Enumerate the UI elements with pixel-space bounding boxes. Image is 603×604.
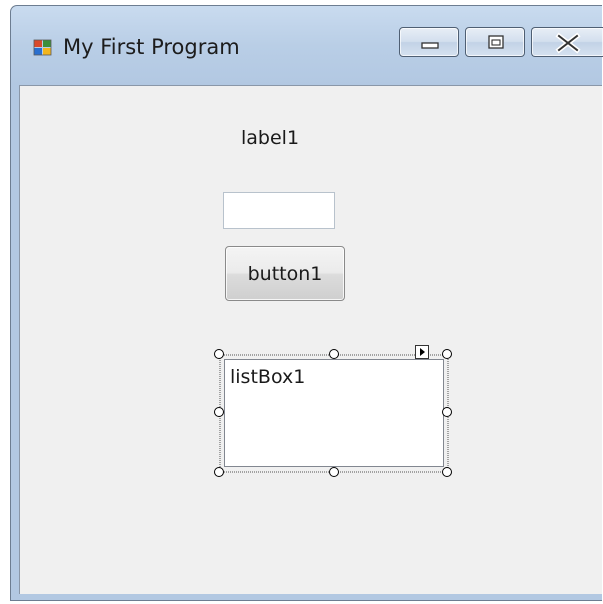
resize-handle-bottom-right[interactable]: [442, 467, 452, 477]
resize-handle-bottom-middle[interactable]: [329, 467, 339, 477]
maximize-button[interactable]: [465, 27, 525, 57]
label1: label1: [241, 127, 300, 149]
resize-handle-top-left[interactable]: [214, 349, 224, 359]
smart-tag-arrow-icon[interactable]: [415, 345, 429, 359]
button1-label: button1: [247, 262, 323, 285]
resize-handle-top-right[interactable]: [442, 349, 452, 359]
form-client-area: label1 button1 listBox1: [19, 85, 602, 594]
resize-handle-middle-left[interactable]: [214, 407, 224, 417]
resize-handle-middle-right[interactable]: [442, 407, 452, 417]
minimize-icon: [421, 42, 439, 49]
resize-handle-bottom-left[interactable]: [214, 467, 224, 477]
listbox1[interactable]: listBox1: [224, 359, 444, 467]
window-title: My First Program: [63, 35, 240, 59]
resize-handle-top-middle[interactable]: [329, 349, 339, 359]
windows-form-icon: [33, 38, 53, 58]
button1[interactable]: button1: [225, 246, 345, 301]
maximize-icon: [488, 35, 504, 49]
form-window: My First Program label1 button1 listBox1: [10, 5, 603, 601]
close-icon: [555, 32, 581, 54]
close-button[interactable]: [531, 27, 603, 57]
title-bar[interactable]: My First Program: [11, 6, 603, 84]
listbox1-item: listBox1: [230, 366, 306, 388]
minimize-button[interactable]: [399, 27, 459, 57]
textbox1[interactable]: [223, 192, 335, 229]
